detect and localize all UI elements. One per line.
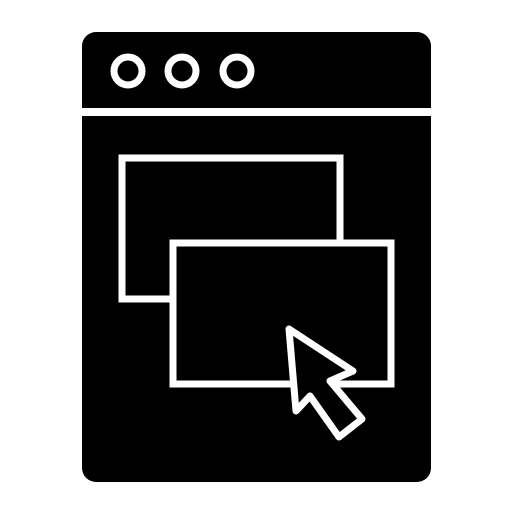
title-bar-divider bbox=[82, 108, 431, 116]
icon-canvas bbox=[0, 0, 512, 512]
front-panel bbox=[169, 239, 395, 388]
browser-window-drag-icon bbox=[82, 32, 431, 482]
